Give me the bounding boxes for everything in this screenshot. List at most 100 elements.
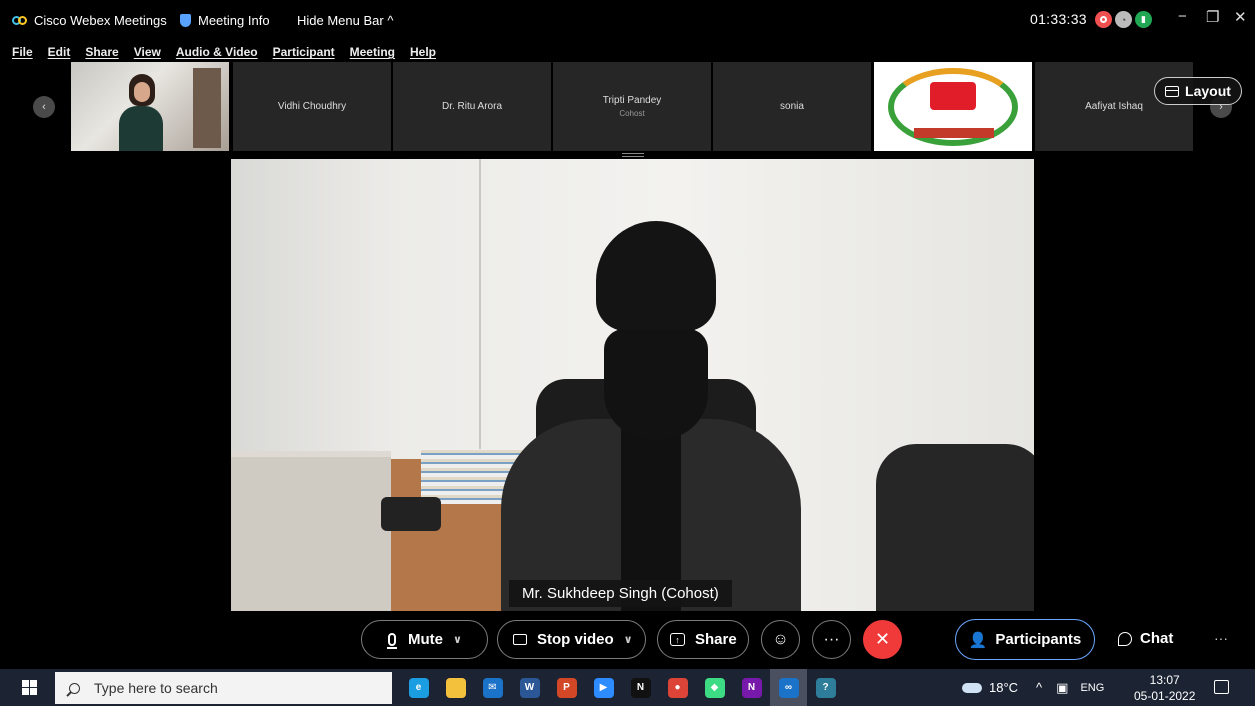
android-studio-icon: ◆ bbox=[704, 677, 725, 698]
leave-meeting-button[interactable]: ✕ bbox=[863, 620, 902, 659]
connection-icon[interactable]: ◔ bbox=[1115, 11, 1132, 28]
chevron-down-icon[interactable]: ∨ bbox=[453, 633, 462, 646]
participant-name: sonia bbox=[780, 101, 804, 112]
powerpoint-taskbar-button[interactable]: P bbox=[548, 669, 585, 706]
display-icon[interactable]: ▣ bbox=[1056, 680, 1068, 696]
participant-tile-video[interactable] bbox=[71, 62, 229, 151]
background-door bbox=[193, 68, 221, 148]
share-label: Share bbox=[695, 631, 737, 648]
minimize-button[interactable]: − bbox=[1178, 8, 1187, 25]
edge-icon: e bbox=[408, 677, 429, 698]
camera-icon bbox=[513, 634, 527, 645]
meeting-info-button[interactable]: Meeting Info bbox=[180, 13, 270, 28]
onenote-taskbar-button[interactable]: N bbox=[733, 669, 770, 706]
menu-file[interactable]: File bbox=[12, 45, 33, 59]
word-icon: W bbox=[519, 677, 540, 698]
menu-view[interactable]: View bbox=[134, 45, 161, 59]
menu-bar: File Edit Share View Audio & Video Parti… bbox=[0, 42, 1255, 62]
app-title: Cisco Webex Meetings bbox=[12, 13, 167, 28]
app-name: Cisco Webex Meetings bbox=[34, 13, 167, 28]
taskbar-clock[interactable]: 13:07 05-01-2022 bbox=[1134, 672, 1195, 704]
reactions-button[interactable]: ☺ bbox=[761, 620, 800, 659]
shield-icon bbox=[180, 14, 191, 27]
smiley-icon: ☺ bbox=[772, 630, 789, 648]
chat-label: Chat bbox=[1140, 630, 1174, 647]
meeting-info-label: Meeting Info bbox=[198, 13, 270, 28]
file-explorer-taskbar-button[interactable] bbox=[437, 669, 474, 706]
chat-button[interactable]: Chat bbox=[1118, 630, 1173, 647]
resize-handle[interactable] bbox=[622, 153, 644, 157]
participants-label: Participants bbox=[995, 631, 1082, 648]
speaker-name-label: Mr. Sukhdeep Singh (Cohost) bbox=[509, 580, 732, 607]
webex-taskbar-button[interactable]: ∞ bbox=[770, 669, 807, 706]
weather-temp[interactable]: 18°C bbox=[989, 680, 1018, 695]
clock-date: 05-01-2022 bbox=[1134, 689, 1196, 703]
menu-meeting[interactable]: Meeting bbox=[350, 45, 395, 59]
windows-start-icon[interactable] bbox=[22, 680, 37, 695]
share-screen-icon: ↑ bbox=[670, 633, 685, 646]
stop-video-label: Stop video bbox=[537, 631, 614, 648]
android-studio-taskbar-button[interactable]: ◆ bbox=[696, 669, 733, 706]
mail-taskbar-button[interactable]: ✉ bbox=[474, 669, 511, 706]
hide-menu-bar-label: Hide Menu Bar bbox=[297, 13, 384, 28]
meeting-timer: 01:33:33 bbox=[1030, 11, 1087, 27]
file-explorer-icon bbox=[445, 677, 466, 698]
mute-button[interactable]: Mute ∨ bbox=[361, 620, 488, 659]
more-panels-button[interactable]: ··· bbox=[1214, 630, 1228, 646]
participant-name: Aafiyat Ishaq bbox=[1085, 101, 1143, 112]
taskbar-search-input[interactable]: Type here to search bbox=[55, 672, 392, 704]
participant-tile[interactable]: sonia bbox=[713, 62, 871, 151]
participants-button[interactable]: 👤 Participants bbox=[955, 619, 1095, 660]
netflix-taskbar-button[interactable]: N bbox=[622, 669, 659, 706]
filmstrip-prev-button[interactable]: ‹ bbox=[33, 96, 55, 118]
stop-video-button[interactable]: Stop video ∨ bbox=[497, 620, 646, 659]
chat-bubble-icon bbox=[1118, 631, 1132, 646]
participant-tile[interactable]: Tripti Pandey Cohost bbox=[553, 62, 711, 151]
participant-tile[interactable]: Aafiyat Ishaq bbox=[1035, 62, 1193, 151]
participant-name: Vidhi Choudhry bbox=[277, 101, 347, 112]
weather-cloud-icon[interactable] bbox=[962, 682, 982, 693]
more-options-button[interactable]: ··· bbox=[812, 620, 851, 659]
clock-time: 13:07 bbox=[1149, 673, 1180, 687]
menu-share[interactable]: Share bbox=[85, 45, 118, 59]
chevron-up-icon: ^ bbox=[387, 13, 394, 28]
menu-audio-video[interactable]: Audio & Video bbox=[176, 45, 258, 59]
chrome-taskbar-button[interactable]: ● bbox=[659, 669, 696, 706]
menu-participant[interactable]: Participant bbox=[273, 45, 335, 59]
layout-icon bbox=[1165, 85, 1180, 97]
layout-button[interactable]: Layout bbox=[1154, 77, 1242, 105]
chevron-down-icon[interactable]: ∨ bbox=[624, 633, 633, 646]
participant-name: Dr. Ritu Arora bbox=[441, 101, 503, 112]
mail-icon: ✉ bbox=[482, 677, 503, 698]
title-bar: Cisco Webex Meetings Meeting Info Hide M… bbox=[0, 0, 1255, 42]
word-taskbar-button[interactable]: W bbox=[511, 669, 548, 706]
recording-icon[interactable] bbox=[1095, 11, 1112, 28]
webex-logo-icon bbox=[12, 15, 28, 27]
menu-help[interactable]: Help bbox=[410, 45, 436, 59]
chair bbox=[876, 444, 1034, 611]
participant-role: Cohost bbox=[619, 109, 645, 118]
chevron-left-icon: ‹ bbox=[42, 101, 46, 113]
tray-overflow-icon[interactable]: ^ bbox=[1036, 680, 1042, 695]
zoom-taskbar-button[interactable]: ▶ bbox=[585, 669, 622, 706]
menu-edit[interactable]: Edit bbox=[48, 45, 71, 59]
notification-icon[interactable] bbox=[1214, 680, 1229, 694]
active-speaker-video: Mr. Sukhdeep Singh (Cohost) bbox=[231, 159, 1034, 611]
speaker-figure bbox=[501, 219, 801, 611]
microphone-icon bbox=[387, 633, 397, 649]
restore-button[interactable]: ❐ bbox=[1206, 8, 1219, 26]
hide-menu-bar-button[interactable]: Hide Menu Bar ^ bbox=[297, 13, 393, 28]
meeting-controls: Mute ∨ Stop video ∨ ↑ Share ☺ ··· ✕ 👤 Pa… bbox=[0, 611, 1255, 669]
share-button[interactable]: ↑ Share bbox=[657, 620, 749, 659]
close-icon: ✕ bbox=[874, 629, 891, 649]
network-health-icon[interactable]: ▮ bbox=[1135, 11, 1152, 28]
participant-filmstrip: ‹ Vidhi Choudhry Dr. Ritu Arora Tripti P… bbox=[0, 62, 1255, 152]
edge-taskbar-button[interactable]: e bbox=[400, 669, 437, 706]
participant-tile[interactable]: Vidhi Choudhry bbox=[233, 62, 391, 151]
search-icon bbox=[69, 682, 80, 694]
help-taskbar-button[interactable]: ? bbox=[807, 669, 844, 706]
participant-tile[interactable]: Dr. Ritu Arora bbox=[393, 62, 551, 151]
participant-tile-logo[interactable] bbox=[874, 62, 1032, 151]
language-indicator[interactable]: ENG bbox=[1080, 682, 1104, 694]
close-button[interactable]: ✕ bbox=[1234, 8, 1247, 26]
